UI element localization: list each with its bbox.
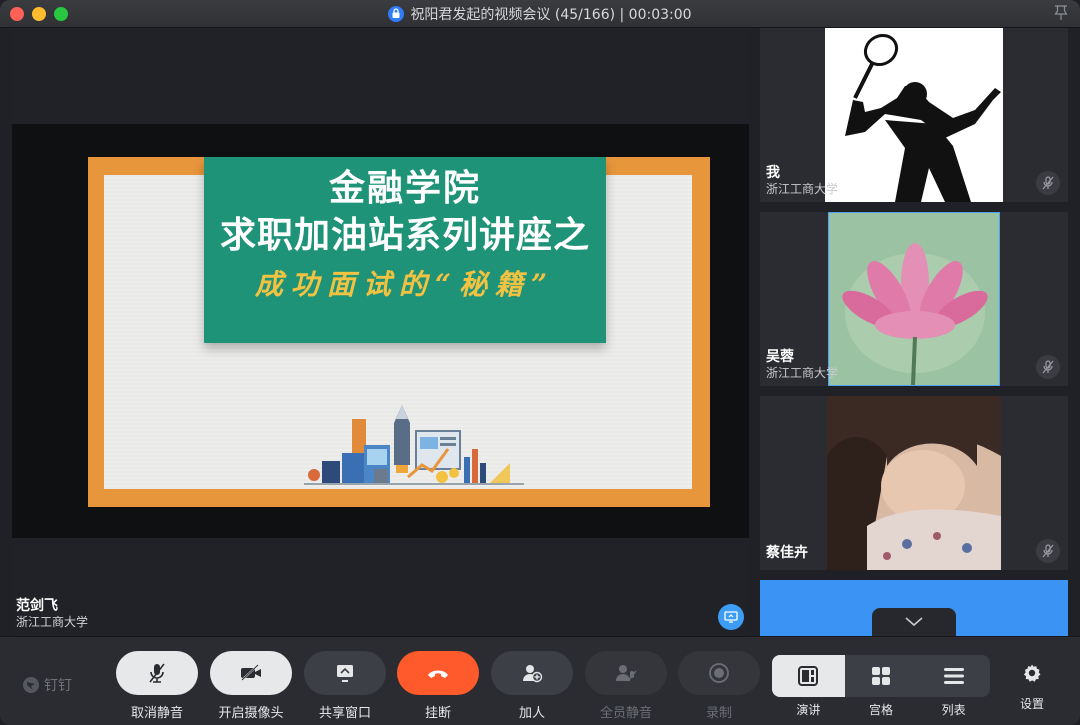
- slide-title-line1: 金融学院: [328, 168, 481, 209]
- slide-banner: 金融学院 求职加油站系列讲座之 成功面试的“秘籍”: [204, 157, 606, 343]
- window-controls: [10, 7, 68, 21]
- layout-grid-label: 宫格: [868, 703, 893, 717]
- camera-pill[interactable]: [210, 651, 292, 695]
- window-title: 祝阳君发起的视频会议 (45/166) | 00:03:00: [410, 6, 692, 23]
- grid-layout-icon: [871, 667, 890, 685]
- slide-subtitle: 成功面试的“秘籍”: [254, 268, 556, 301]
- mute-all-button[interactable]: 全员静音: [585, 651, 667, 721]
- participant-tile[interactable]: 吴蓉 浙江工商大学: [760, 212, 1068, 386]
- mic-muted-icon: [1036, 355, 1060, 379]
- mute-all-icon: [616, 665, 637, 682]
- speaker-layout-icon: [798, 666, 819, 686]
- layout-switcher: [772, 655, 990, 697]
- unmute-button[interactable]: 取消静音: [116, 651, 198, 721]
- brand-label: 钉钉: [44, 678, 72, 694]
- add-people-label: 加人: [518, 706, 545, 721]
- participant-name: 吴蓉: [766, 349, 794, 365]
- participant-name: 蔡佳卉: [766, 545, 808, 561]
- minimize-window-button[interactable]: [32, 7, 46, 21]
- share-label: 共享窗口: [318, 706, 371, 721]
- meeting-window: 祝阳君发起的视频会议 (45/166) | 00:03:00 金融学院 求职加油…: [0, 0, 1080, 725]
- expand-participants-button[interactable]: [872, 608, 956, 636]
- share-window-button[interactable]: 共享窗口: [304, 651, 386, 721]
- screen-share-icon[interactable]: [718, 604, 744, 630]
- camera-button[interactable]: 开启摄像头: [210, 651, 292, 721]
- hangup-button[interactable]: 挂断: [397, 651, 479, 721]
- hangup-label: 挂断: [424, 706, 451, 721]
- maximize-window-button[interactable]: [54, 7, 68, 21]
- gear-icon: [1023, 664, 1041, 682]
- lock-icon: [388, 5, 405, 22]
- dingtalk-icon: [23, 677, 39, 693]
- mic-muted-icon: [1036, 539, 1060, 563]
- camera-off-icon: [241, 664, 261, 681]
- slide-title-line2: 求职加油站系列讲座之: [219, 215, 590, 256]
- participant-name: 我: [766, 165, 780, 181]
- mute-all-label: 全员静音: [599, 706, 652, 721]
- badminton-avatar: [825, 28, 1003, 202]
- lotus-avatar: [828, 212, 1000, 386]
- add-people-pill[interactable]: [491, 651, 573, 695]
- unmute-label: 取消静音: [130, 706, 183, 721]
- layout-labels: 演讲 宫格 列表: [772, 701, 990, 718]
- main-video-stage[interactable]: 金融学院 求职加油站系列讲座之 成功面试的“秘籍” 范剑飞 浙江工商大学: [12, 28, 749, 636]
- participant-tile[interactable]: 我 浙江工商大学: [760, 28, 1068, 202]
- mic-muted-icon: [1036, 171, 1060, 195]
- presentation-slide: 金融学院 求职加油站系列讲座之 成功面试的“秘籍”: [88, 157, 710, 507]
- unmute-pill[interactable]: [116, 651, 198, 695]
- share-screen-icon: [337, 665, 353, 682]
- title-bar: 祝阳君发起的视频会议 (45/166) | 00:03:00: [0, 0, 1080, 28]
- active-speaker-org: 浙江工商大学: [16, 615, 89, 629]
- add-person-icon: [523, 665, 543, 683]
- participants-panel[interactable]: 我 浙江工商大学 吴蓉 浙江工商大学 蔡佳卉: [760, 28, 1068, 640]
- window-title-group: 祝阳君发起的视频会议 (45/166) | 00:03:00: [388, 4, 692, 24]
- record-button[interactable]: 录制: [678, 651, 760, 721]
- record-label: 录制: [705, 706, 732, 721]
- layout-grid-button[interactable]: [845, 655, 918, 697]
- shared-screen: 金融学院 求职加油站系列讲座之 成功面试的“秘籍”: [12, 124, 749, 538]
- layout-list-label: 列表: [941, 703, 966, 717]
- active-speaker-name: 范剑飞: [16, 598, 58, 614]
- participant-org: 浙江工商大学: [766, 182, 839, 196]
- mute-all-pill[interactable]: [585, 651, 667, 695]
- meeting-toolbar: 钉钉 取消静音 开启摄像头 共享窗口 挂断 加人 全员静音 录制 演讲 宫格 列…: [0, 636, 1080, 725]
- person-photo-avatar: [827, 396, 1001, 570]
- camera-label: 开启摄像头: [218, 706, 284, 721]
- dingtalk-logo: 钉钉: [22, 675, 72, 695]
- layout-list-button[interactable]: [917, 655, 990, 697]
- add-people-button[interactable]: 加人: [491, 651, 573, 721]
- record-icon: [709, 663, 729, 683]
- list-layout-icon: [943, 668, 964, 684]
- finance-illustration-icon: [304, 405, 524, 485]
- chevron-down-icon: [905, 617, 923, 627]
- mic-off-icon: [149, 663, 165, 683]
- phone-hangup-icon: [428, 670, 448, 678]
- record-pill[interactable]: [678, 651, 760, 695]
- slide-canvas: 金融学院 求职加油站系列讲座之 成功面试的“秘籍”: [104, 157, 692, 489]
- settings-button[interactable]: 设置: [1008, 663, 1056, 712]
- share-pill[interactable]: [304, 651, 386, 695]
- participant-org: 浙江工商大学: [766, 366, 839, 380]
- hangup-pill[interactable]: [397, 651, 479, 695]
- pin-icon[interactable]: [1054, 5, 1068, 25]
- settings-label: 设置: [1019, 697, 1044, 711]
- layout-speaker-label: 演讲: [796, 703, 821, 717]
- close-window-button[interactable]: [10, 7, 24, 21]
- participant-tile[interactable]: 蔡佳卉: [760, 396, 1068, 570]
- layout-speaker-button[interactable]: [772, 655, 845, 697]
